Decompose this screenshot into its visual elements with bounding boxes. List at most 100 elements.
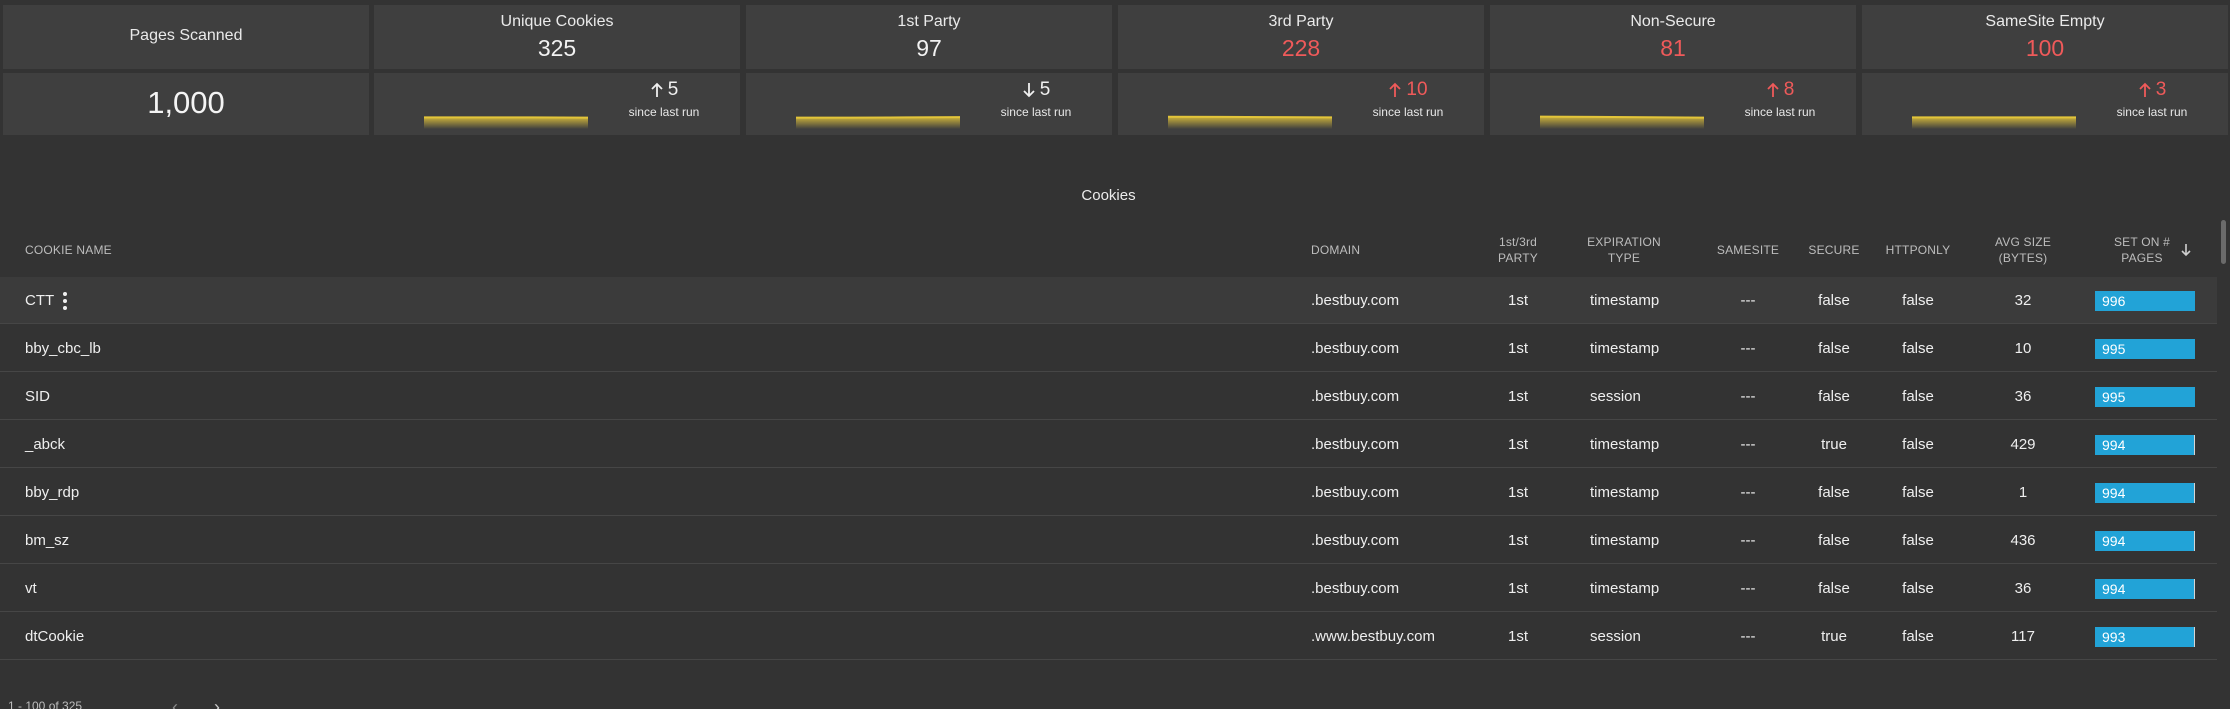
table-row[interactable]: bby_rdp .bestbuy.com 1st timestamp --- false f… [0, 469, 2217, 516]
tile-unique-cookies: Unique Cookies 325 5 since last run [374, 5, 740, 135]
cell-secure: false [1818, 292, 1850, 309]
col-header-avg-size[interactable]: AVG SIZE (BYTES) [1980, 225, 2066, 275]
pages-count-value: 995 [2102, 341, 2126, 357]
pages-count-value: 994 [2102, 485, 2126, 501]
sparkline-line [1540, 115, 1704, 119]
cell-avg-size: 10 [2014, 340, 2032, 357]
col-header-domain[interactable]: DOMAIN [1311, 225, 1360, 275]
col-header-samesite[interactable]: SAMESITE [1708, 225, 1788, 275]
cell-cookie-name: _abck [25, 436, 66, 453]
cell-expiration-type: session [1590, 628, 1641, 645]
cell-samesite: --- [1740, 292, 1756, 309]
sparkline-line [1168, 115, 1332, 119]
cell-domain: .bestbuy.com [1311, 580, 1400, 597]
sparkline-area [1912, 117, 2076, 129]
tile-value: 100 [2025, 35, 2065, 61]
cell-party: 1st [1507, 484, 1528, 501]
tile-label: 3rd Party [1268, 13, 1334, 30]
pages-count-value: 995 [2102, 389, 2126, 405]
tile-first-party: 1st Party 97 5 since last run [746, 5, 1112, 135]
since-label: since last run [1000, 105, 1072, 119]
cell-expiration-type: timestamp [1590, 436, 1660, 453]
delta-indicator: 3 since last run [2092, 79, 2212, 119]
col-header-httponly[interactable]: HTTPONLY [1878, 225, 1958, 275]
table-row[interactable]: bm_sz .bestbuy.com 1st timestamp --- false fal… [0, 517, 2217, 564]
cell-domain: .bestbuy.com [1311, 484, 1400, 501]
sparkline-chart [1168, 115, 1332, 129]
sort-descending-icon[interactable] [2180, 243, 2192, 257]
cell-cookie-name: CTT [25, 292, 55, 309]
more-options-icon[interactable] [62, 292, 68, 310]
table-row[interactable]: vt .bestbuy.com 1st timestamp --- false false 3… [0, 565, 2217, 612]
tile-value: 97 [916, 35, 942, 61]
pages-count-bar: 995 [2095, 339, 2195, 359]
cell-avg-size: 429 [2010, 436, 2036, 453]
pages-count-value: 993 [2102, 629, 2126, 645]
cookies-table-title: Cookies [1081, 187, 1136, 204]
table-row[interactable]: _abck .bestbuy.com 1st timestamp --- true fals… [0, 421, 2217, 468]
tile-value: 228 [1281, 35, 1321, 61]
cell-samesite: --- [1740, 628, 1756, 645]
tile-label: Pages Scanned [129, 27, 243, 44]
sparkline-area [1540, 116, 1704, 129]
cell-samesite: --- [1740, 580, 1756, 597]
cell-samesite: --- [1740, 436, 1756, 453]
cell-expiration-type: session [1590, 388, 1641, 405]
table-row[interactable]: bby_cbc_lb .bestbuy.com 1st timestamp --- fal… [0, 325, 2217, 372]
sparkline-area [796, 117, 960, 129]
cell-httponly: false [1902, 484, 1934, 501]
delta-indicator: 8 since last run [1720, 79, 1840, 119]
cell-secure: false [1818, 484, 1850, 501]
tile-value: 325 [537, 35, 577, 61]
cell-party: 1st [1507, 292, 1528, 309]
pagination-summary: 1 - 100 of 325 [8, 699, 83, 709]
col-header-cookie-name[interactable]: COOKIE NAME [25, 225, 112, 275]
cell-samesite: --- [1740, 388, 1756, 405]
cell-secure: true [1821, 436, 1847, 453]
cell-party: 1st [1507, 340, 1528, 357]
cell-samesite: --- [1740, 532, 1756, 549]
cell-httponly: false [1902, 436, 1934, 453]
cell-httponly: false [1902, 532, 1934, 549]
cell-avg-size: 436 [2010, 532, 2036, 549]
pages-count-bar: 994 [2095, 483, 2195, 503]
chevron-right-icon[interactable]: › [214, 697, 220, 709]
arrow-icon [1023, 83, 1035, 98]
cell-party: 1st [1507, 436, 1528, 453]
cell-cookie-name: bm_sz [25, 532, 70, 549]
arrow-icon [651, 82, 663, 97]
col-header-secure[interactable]: SECURE [1800, 225, 1868, 275]
table-row[interactable]: SID .bestbuy.com 1st session --- false false 36… [0, 373, 2217, 420]
cell-samesite: --- [1740, 484, 1756, 501]
tile-value: 1,000 [147, 85, 225, 120]
pages-count-value: 994 [2102, 437, 2126, 453]
cell-domain: .bestbuy.com [1311, 292, 1400, 309]
sparkline-chart [1540, 115, 1704, 129]
pages-count-bar: 996 [2095, 291, 2195, 311]
tile-label: 1st Party [897, 13, 961, 30]
cell-httponly: false [1902, 340, 1934, 357]
table-row[interactable]: dtCookie .www.bestbuy.com 1st session --- tru… [0, 613, 2217, 660]
col-header-set-on-pages[interactable]: SET ON # PAGES [2098, 225, 2208, 275]
arrow-icon [1389, 82, 1402, 97]
tile-third-party: 3rd Party 228 10 since last run [1118, 5, 1484, 135]
sparkline-chart [1912, 116, 2076, 129]
since-label: since last run [1372, 105, 1444, 119]
cell-party: 1st [1507, 388, 1528, 405]
cell-domain: .bestbuy.com [1311, 388, 1400, 405]
pages-count-value: 996 [2102, 293, 2126, 309]
pages-count-bar: 994 [2095, 435, 2195, 455]
table-scrollbar[interactable] [2221, 220, 2226, 264]
pages-count-bar: 994 [2095, 579, 2195, 599]
cell-avg-size: 1 [2018, 484, 2028, 501]
col-header-party[interactable]: 1st/3rd PARTY [1478, 225, 1558, 275]
cell-domain: .www.bestbuy.com [1311, 628, 1435, 645]
cell-httponly: false [1902, 580, 1934, 597]
cell-avg-size: 117 [2011, 628, 2035, 645]
table-row[interactable]: CTT .bestbuy.com 1st timestamp --- false false… [0, 277, 2217, 324]
cell-expiration-type: timestamp [1590, 340, 1660, 357]
chevron-left-icon[interactable]: ‹ [172, 697, 178, 709]
tile-label: Unique Cookies [500, 13, 614, 30]
arrow-icon [2139, 82, 2151, 97]
col-header-expiration-type[interactable]: EXPIRATION TYPE [1574, 225, 1674, 275]
